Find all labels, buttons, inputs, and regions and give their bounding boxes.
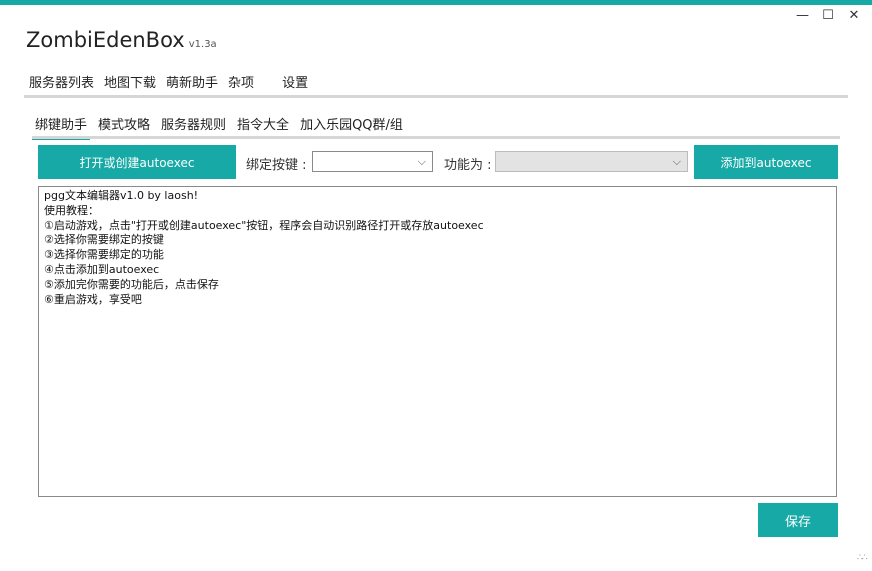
editor-line: ②选择你需要绑定的按键 (44, 233, 164, 247)
tab-map-download[interactable]: 地图下载 (101, 70, 159, 97)
sub-tab-bar: 绑键助手 模式攻略 服务器规则 指令大全 加入乐园QQ群/组 (32, 112, 411, 140)
maximize-icon[interactable]: ☐ (822, 8, 834, 24)
editor-line: ④点击添加到autoexec (44, 262, 160, 276)
chevron-down-icon: ⌵ (672, 155, 681, 168)
editor-line: ①启动游戏，点击"打开或创建autoexec"按钮，程序会自动识别路径打开或存放… (44, 218, 484, 232)
tab-settings[interactable]: 设置 (279, 70, 311, 97)
app-title: ZombiEdenBox v1.3a (26, 28, 217, 52)
bind-key-label: 绑定按键 : (246, 158, 307, 173)
editor-line: pgg文本编辑器v1.0 by laosh! (44, 189, 199, 202)
bind-key-select[interactable]: ⌵ (312, 151, 433, 172)
app-version: v1.3a (188, 39, 217, 50)
app-name: ZombiEdenBox (26, 28, 185, 52)
sub-tab-divider (32, 136, 840, 139)
autoexec-text-editor[interactable]: pgg文本编辑器v1.0 by laosh! 使用教程： ①启动游戏，点击"打开… (38, 186, 837, 497)
editor-line: 使用教程： (44, 203, 99, 217)
tab-newbie-helper[interactable]: 萌新助手 (163, 70, 222, 98)
subtab-commands[interactable]: 指令大全 (234, 112, 292, 139)
add-to-autoexec-button[interactable]: 添加到autoexec (694, 145, 838, 179)
tab-misc[interactable]: 杂项 (225, 70, 257, 97)
subtab-key-binding[interactable]: 绑键助手 (32, 112, 91, 140)
close-icon[interactable]: ✕ (848, 8, 860, 24)
save-button[interactable]: 保存 (758, 503, 838, 537)
editor-line: ⑤添加完你需要的功能后，点击保存 (44, 277, 219, 291)
function-label: 功能为 : (444, 158, 492, 173)
chevron-down-icon: ⌵ (417, 155, 426, 168)
subtab-join-group[interactable]: 加入乐园QQ群/组 (297, 112, 406, 139)
window-controls: — ☐ ✕ (796, 8, 860, 24)
minimize-icon[interactable]: — (796, 8, 809, 24)
function-select[interactable]: ⌵ (495, 151, 688, 172)
open-autoexec-button[interactable]: 打开或创建autoexec (38, 145, 236, 179)
accent-top-bar (0, 0, 872, 5)
subtab-server-rules[interactable]: 服务器规则 (158, 112, 229, 139)
editor-line: ⑥重启游戏，享受吧 (44, 292, 142, 306)
tab-server-list[interactable]: 服务器列表 (26, 70, 97, 97)
editor-line: ③选择你需要绑定的功能 (44, 248, 164, 262)
main-tab-divider (24, 95, 848, 98)
main-tab-bar: 服务器列表 地图下载 萌新助手 杂项 设置 (26, 70, 315, 98)
resize-grip-icon[interactable]: ∴∴ (857, 554, 869, 568)
subtab-mode-guide[interactable]: 模式攻略 (95, 112, 153, 139)
